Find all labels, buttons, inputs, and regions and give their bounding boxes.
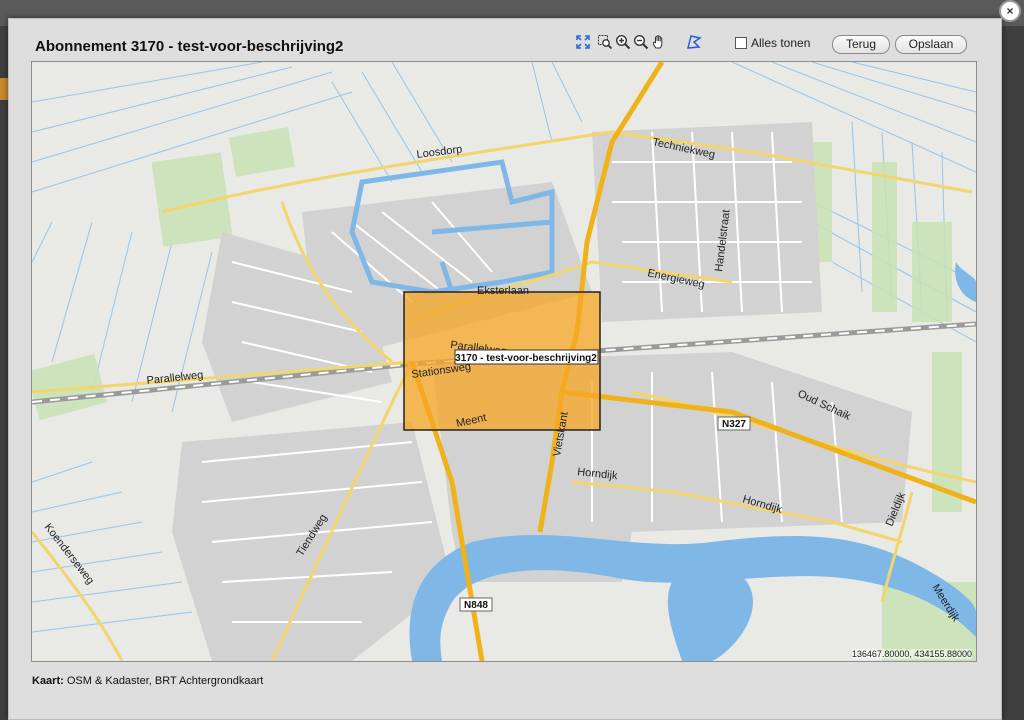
coordinate-readout: 136467.80000, 434155.88000	[851, 649, 972, 659]
svg-text:3170 - test-voor-beschrijving2: 3170 - test-voor-beschrijving2	[455, 353, 597, 364]
road-shield-n848: N848	[459, 597, 493, 612]
zoom-out-icon[interactable]	[633, 34, 649, 50]
draw-polygon-icon[interactable]	[686, 34, 702, 50]
dialog-title: Abonnement 3170 - test-voor-beschrijving…	[35, 38, 344, 55]
show-all-checkbox[interactable]: Alles tonen	[735, 36, 810, 50]
street-label-eksterlaan: Eksterlaan	[477, 285, 529, 297]
zoom-box-icon[interactable]	[597, 34, 613, 50]
checkbox-box[interactable]	[735, 37, 747, 49]
pan-hand-icon[interactable]	[651, 34, 667, 50]
road-shield-n327: N327	[717, 416, 751, 431]
map-attribution: Kaart: OSM & Kadaster, BRT Achtergrondka…	[32, 675, 263, 687]
close-button[interactable]: ×	[999, 0, 1021, 22]
attribution-label: Kaart:	[32, 675, 64, 687]
zoom-in-icon[interactable]	[615, 34, 631, 50]
save-button[interactable]: Opslaan	[895, 35, 967, 54]
map-canvas[interactable]: Loosdorp Techniekweg Handelstraat Energi…	[32, 62, 976, 661]
zoom-extent-icon[interactable]	[575, 34, 591, 50]
page-backdrop-accent	[0, 78, 8, 100]
show-all-label: Alles tonen	[751, 36, 811, 50]
svg-text:N327: N327	[722, 419, 746, 430]
map-view[interactable]: Loosdorp Techniekweg Handelstraat Energi…	[31, 61, 977, 662]
subscription-area-label: 3170 - test-voor-beschrijving2	[454, 349, 599, 365]
back-button[interactable]: Terug	[832, 35, 890, 54]
attribution-text: OSM & Kadaster, BRT Achtergrondkaart	[63, 675, 264, 687]
svg-text:N848: N848	[464, 600, 488, 611]
